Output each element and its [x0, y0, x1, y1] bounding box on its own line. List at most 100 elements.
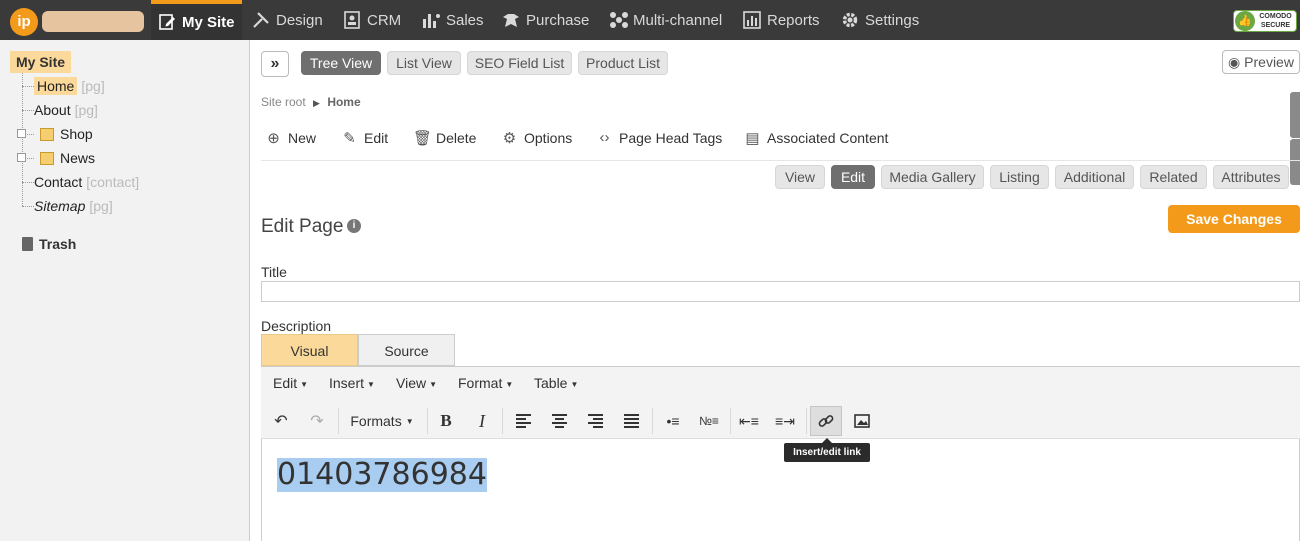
expand-toggle[interactable] [17, 153, 26, 162]
tree-item-label[interactable]: Shop [60, 126, 93, 142]
tree-item-label[interactable]: News [60, 150, 95, 166]
tab-visual[interactable]: Visual [261, 334, 358, 366]
tree-item-tag: [contact] [86, 174, 140, 190]
report-icon [743, 11, 761, 29]
tree-item-contact[interactable]: Contact [contact] [22, 172, 139, 192]
tree-item-label[interactable]: Contact [34, 174, 82, 190]
tab-listing[interactable]: Listing [990, 165, 1049, 189]
contacts-icon [343, 11, 361, 29]
nav-label: My Site [182, 13, 235, 31]
link-icon[interactable] [810, 406, 842, 436]
tree-item-sitemap[interactable]: Sitemap [pg] [22, 196, 113, 216]
site-selector[interactable] [42, 11, 144, 32]
trash-icon [22, 237, 33, 251]
trash-item[interactable]: Trash [22, 236, 76, 252]
list-view-button[interactable]: List View [387, 51, 461, 75]
nav-reports[interactable]: Reports [743, 0, 820, 40]
site-tree-sidebar: My Site Home [pg] About [pg] Shop News C… [0, 40, 250, 541]
numbered-list-icon[interactable]: №≡ [693, 406, 725, 436]
nav-my-site[interactable]: My Site [151, 0, 242, 40]
redo-icon[interactable]: ↷ [301, 406, 333, 436]
title-input[interactable] [261, 281, 1300, 302]
seo-field-list-button[interactable]: SEO Field List [467, 51, 572, 75]
outdent-icon[interactable]: ⇤≡ [733, 406, 765, 436]
menu-view[interactable]: View ▼ [396, 375, 437, 391]
align-left-icon[interactable] [507, 406, 539, 436]
breadcrumb-arrow-icon: ▶ [313, 98, 320, 108]
tab-view[interactable]: View [775, 165, 825, 189]
action-label: New [288, 130, 317, 146]
bullet-list-icon[interactable]: •≡ [657, 406, 689, 436]
tree-item-label[interactable]: Sitemap [34, 198, 85, 214]
eye-icon: ◉ [1228, 54, 1241, 70]
gear-icon [841, 11, 859, 29]
tab-media-gallery[interactable]: Media Gallery [881, 165, 984, 189]
edit-action[interactable]: ✎ Edit [341, 129, 388, 147]
tree-item-tag: [pg] [81, 78, 105, 94]
nav-crm[interactable]: CRM [343, 0, 401, 40]
breadcrumb-current: Home [327, 95, 361, 109]
options-action[interactable]: ⚙ Options [501, 129, 572, 147]
page-head-tags-action[interactable]: ‹› Page Head Tags [596, 129, 723, 146]
associated-content-action[interactable]: ▤ Associated Content [744, 129, 888, 147]
tree-item-news[interactable]: News [17, 148, 95, 168]
breadcrumb-root[interactable]: Site root [261, 95, 306, 109]
tree-root[interactable]: My Site [10, 51, 72, 73]
tree-item-shop[interactable]: Shop [17, 124, 93, 144]
product-list-button[interactable]: Product List [578, 51, 668, 75]
menu-table[interactable]: Table ▼ [534, 375, 578, 391]
tab-related[interactable]: Related [1140, 165, 1207, 189]
save-changes-button[interactable]: Save Changes [1168, 205, 1300, 233]
caret-down-icon: ▼ [300, 379, 309, 389]
nav-sales[interactable]: Sales [422, 0, 484, 40]
indent-icon[interactable]: ≡⇥ [769, 406, 801, 436]
undo-icon[interactable]: ↶ [265, 406, 297, 436]
side-panel-tab[interactable] [1290, 92, 1300, 138]
tab-source[interactable]: Source [358, 334, 455, 366]
tab-edit[interactable]: Edit [831, 165, 875, 189]
side-panel-tab[interactable] [1290, 139, 1300, 185]
hand-icon [502, 11, 520, 29]
trash-label: Trash [39, 236, 77, 252]
menu-insert[interactable]: Insert ▼ [329, 375, 375, 391]
nav-label: Multi-channel [633, 11, 723, 29]
formats-dropdown[interactable]: Formats ▼ [344, 406, 420, 436]
nav-purchase[interactable]: Purchase [502, 0, 589, 40]
action-label: Associated Content [767, 130, 889, 146]
menu-label: Format [458, 375, 503, 391]
expand-toggle[interactable] [17, 129, 26, 138]
preview-button[interactable]: ◉ Preview [1222, 50, 1300, 74]
app-logo[interactable]: ip [10, 8, 38, 36]
editor-content[interactable]: 01403786984 [277, 458, 487, 492]
bold-icon[interactable]: B [430, 406, 462, 436]
align-center-icon[interactable] [543, 406, 575, 436]
expand-sidebar-button[interactable]: » [261, 51, 289, 77]
pencil-icon: ✎ [343, 130, 356, 147]
caret-down-icon: ▼ [429, 379, 438, 389]
menu-format[interactable]: Format ▼ [458, 375, 513, 391]
tab-attributes[interactable]: Attributes [1213, 165, 1289, 189]
action-label: Edit [364, 130, 389, 146]
tab-additional[interactable]: Additional [1055, 165, 1134, 189]
nav-design[interactable]: Design [252, 0, 323, 40]
caret-down-icon: ▼ [367, 379, 375, 389]
delete-action[interactable]: 🗑 Delete [413, 129, 476, 147]
brush-icon [252, 11, 270, 29]
menu-edit[interactable]: Edit ▼ [273, 375, 308, 391]
tree-view-button[interactable]: Tree View [301, 51, 381, 75]
new-action[interactable]: ⊕ New [265, 129, 316, 147]
tree-item-home[interactable]: Home [pg] [22, 76, 105, 96]
tree-item-label[interactable]: About [34, 102, 71, 118]
align-right-icon[interactable] [579, 406, 611, 436]
nav-label: Sales [446, 11, 484, 29]
italic-icon[interactable]: I [466, 406, 498, 436]
tree-item-label[interactable]: Home [34, 77, 78, 95]
align-justify-icon[interactable] [615, 406, 647, 436]
tree-item-about[interactable]: About [pg] [22, 100, 98, 120]
nav-multi-channel[interactable]: Multi-channel [609, 0, 722, 40]
nav-settings[interactable]: Settings [841, 0, 919, 40]
image-icon[interactable] [846, 406, 878, 436]
top-navigation: ip My Site Design CRM Sales Purchase Mul… [0, 0, 1300, 40]
info-icon[interactable]: i [347, 219, 361, 233]
trash-icon: 🗑 [413, 130, 433, 147]
